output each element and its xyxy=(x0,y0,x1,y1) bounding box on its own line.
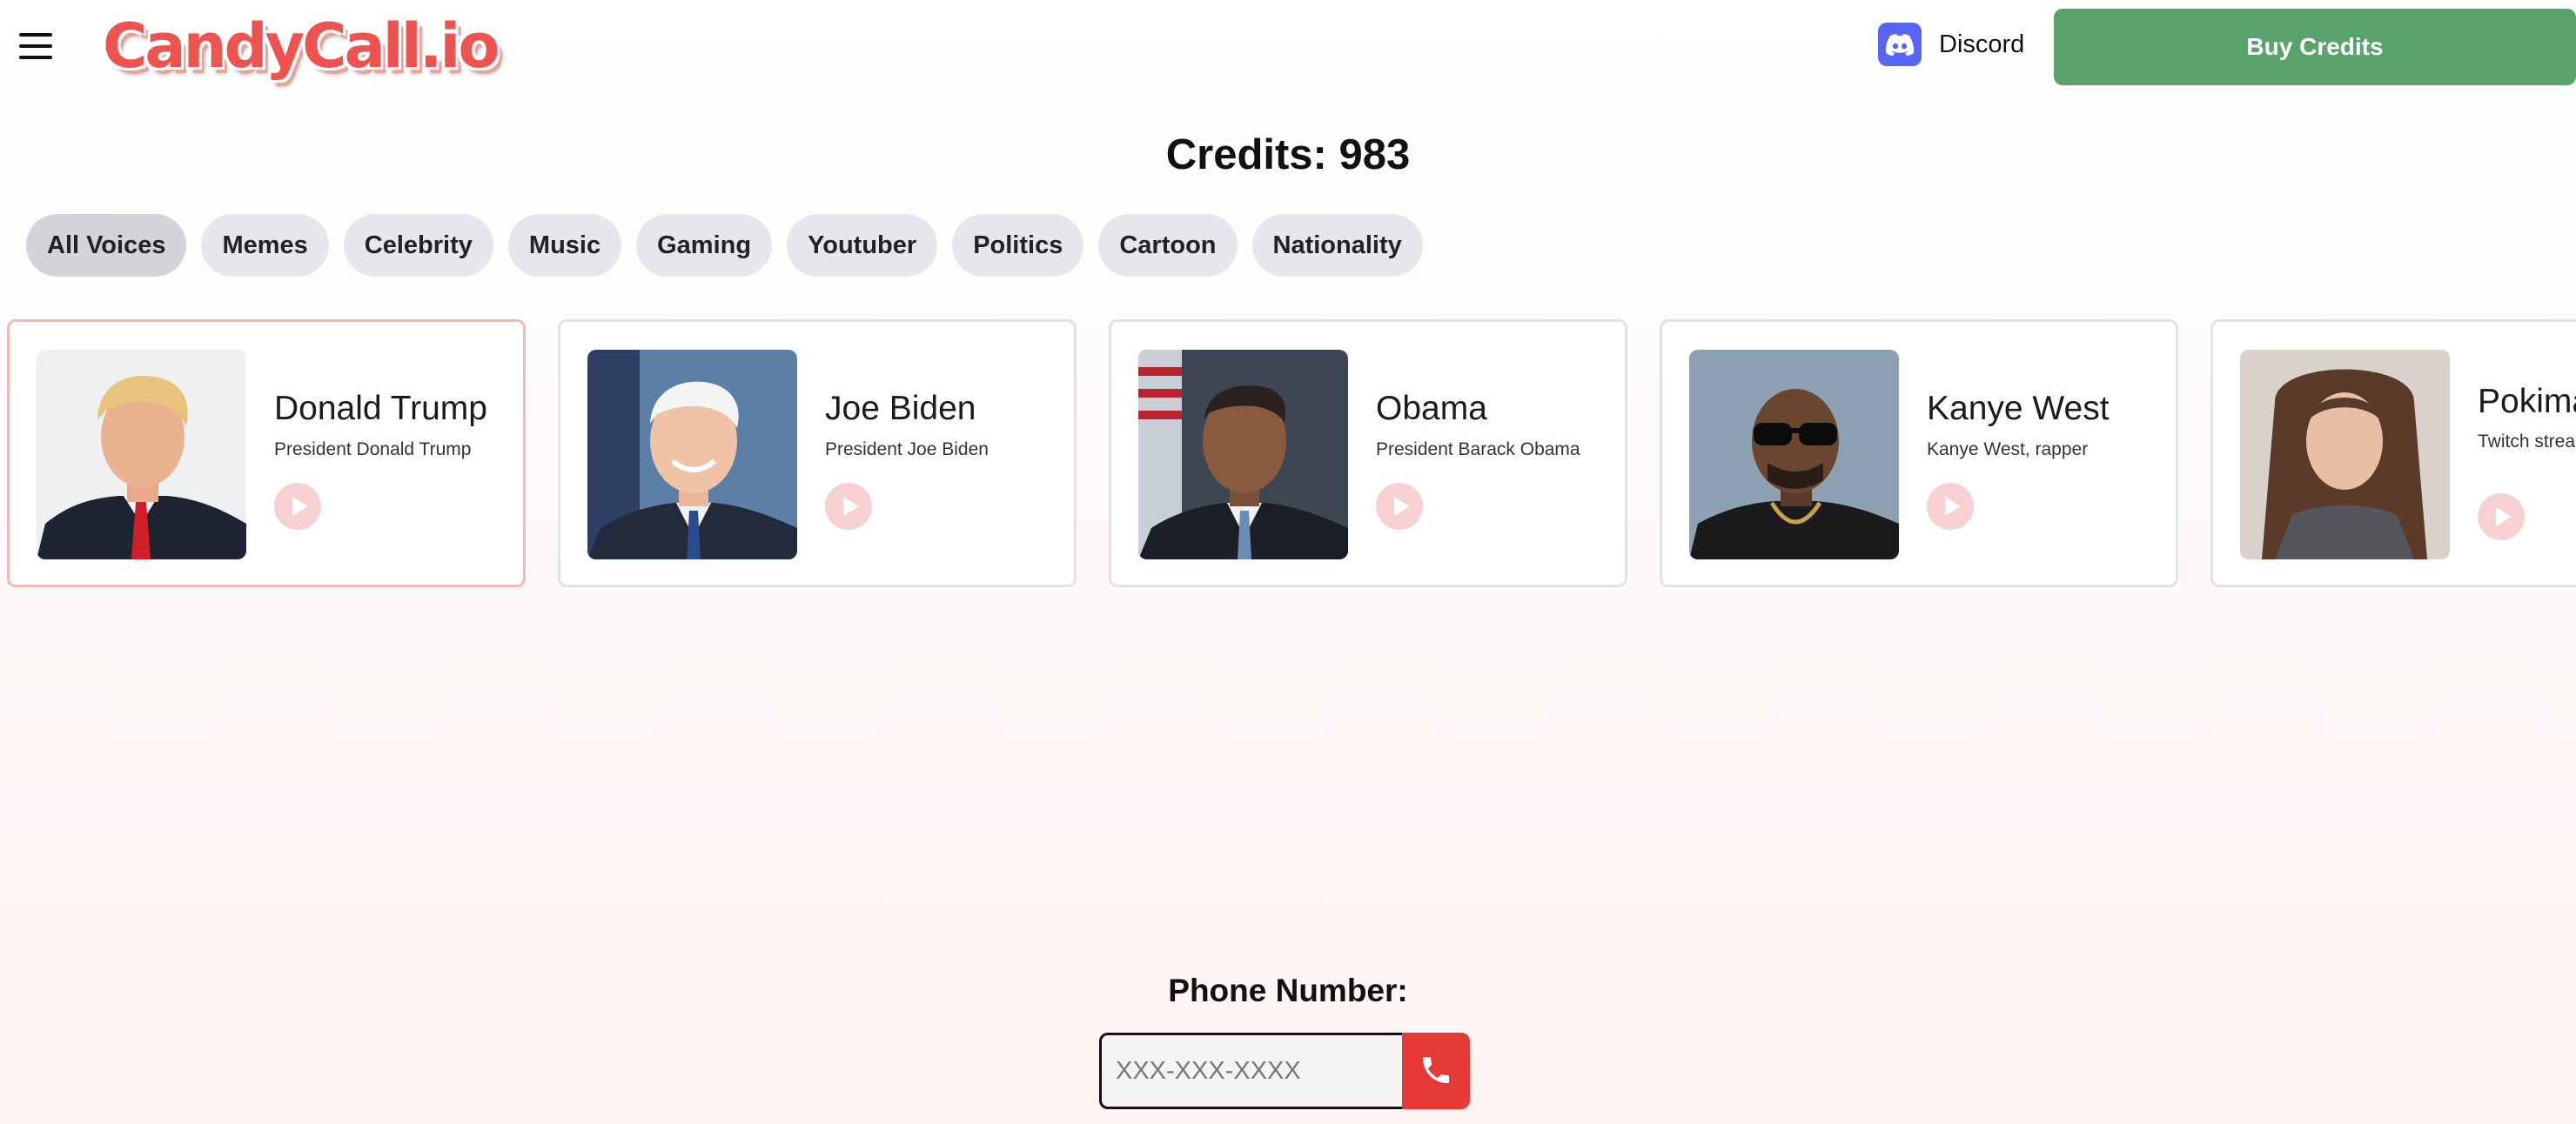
tab-gaming[interactable]: Gaming xyxy=(636,214,773,277)
voice-description: President Donald Trump xyxy=(274,439,472,459)
tab-youtuber[interactable]: Youtuber xyxy=(787,214,938,277)
tab-politics[interactable]: Politics xyxy=(952,214,1084,277)
phone-icon xyxy=(1419,1053,1453,1090)
tab-celebrity[interactable]: Celebrity xyxy=(343,214,493,277)
voice-card-list: Donald Trump President Donald Trump Joe … xyxy=(7,319,2576,589)
play-icon[interactable] xyxy=(1376,483,1423,530)
voice-description: Kanye West, rapper xyxy=(1927,439,2089,459)
voice-photo xyxy=(2240,350,2450,559)
voice-photo xyxy=(1138,350,1348,559)
tab-all-voices[interactable]: All Voices xyxy=(26,214,187,277)
buy-credits-button[interactable]: Buy Credits xyxy=(2054,9,2576,85)
logo[interactable]: CandyCall.io xyxy=(103,10,500,82)
voice-description: President Barack Obama xyxy=(1376,439,1580,459)
voice-card-kanye-west[interactable]: Kanye West Kanye West, rapper xyxy=(1660,319,2178,587)
play-icon[interactable] xyxy=(825,483,872,530)
play-icon[interactable] xyxy=(274,483,321,530)
voice-photo xyxy=(37,350,246,559)
play-icon[interactable] xyxy=(2478,493,2525,540)
voice-name: Joe Biden xyxy=(825,390,976,427)
voice-name: Obama xyxy=(1376,390,1487,427)
tab-nationality[interactable]: Nationality xyxy=(1251,214,1423,277)
tab-memes[interactable]: Memes xyxy=(201,214,329,277)
voice-description: President Joe Biden xyxy=(825,439,989,459)
play-icon[interactable] xyxy=(1927,483,1974,530)
voice-name: Kanye West xyxy=(1927,390,2110,427)
category-tabs: All Voices Memes Celebrity Music Gaming … xyxy=(26,214,1423,277)
menu-icon[interactable] xyxy=(19,33,54,59)
voice-name: Pokimane xyxy=(2478,383,2576,420)
header: CandyCall.io Discord Buy Credits xyxy=(0,0,2576,96)
voice-photo xyxy=(587,350,797,559)
voice-name: Donald Trump xyxy=(274,390,487,427)
voice-card-obama[interactable]: Obama President Barack Obama xyxy=(1109,319,1627,587)
voice-photo xyxy=(1689,350,1899,559)
voice-description: Twitch streamer Pokimane xyxy=(2478,432,2576,452)
phone-number-input[interactable] xyxy=(1099,1033,1402,1109)
discord-label: Discord xyxy=(1939,30,2025,58)
voice-card-joe-biden[interactable]: Joe Biden President Joe Biden xyxy=(558,319,1077,587)
phone-form xyxy=(1099,1033,1470,1109)
call-button[interactable] xyxy=(1402,1033,1470,1109)
credits-counter: Credits: 983 xyxy=(1165,131,1411,178)
discord-icon xyxy=(1878,23,1922,66)
voice-card-donald-trump[interactable]: Donald Trump President Donald Trump xyxy=(7,319,526,587)
phone-number-label: Phone Number: xyxy=(1168,973,1408,1008)
tab-cartoon[interactable]: Cartoon xyxy=(1098,214,1238,277)
tab-music[interactable]: Music xyxy=(507,214,622,277)
voice-card-pokimane[interactable]: Pokimane Twitch streamer Pokimane xyxy=(2210,319,2576,587)
discord-link[interactable]: Discord xyxy=(1878,23,2024,66)
